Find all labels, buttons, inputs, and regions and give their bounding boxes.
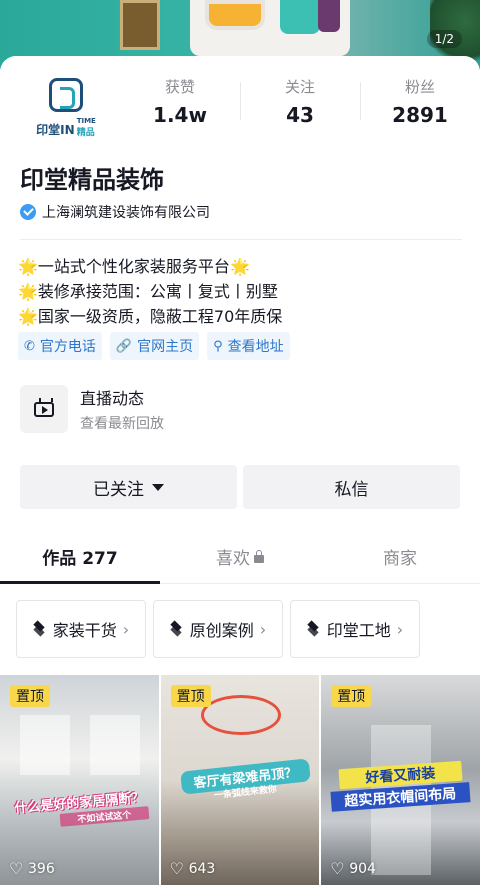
video-likes: 396 — [9, 861, 55, 877]
collection-chip[interactable]: 原创案例 › — [153, 600, 283, 658]
link-label: 查看地址 — [227, 339, 284, 355]
star-emoji-icon: 🌟 — [18, 282, 38, 301]
message-label: 私信 — [334, 479, 369, 500]
layers-icon — [307, 622, 321, 636]
profile-actions: 已关注 私信 — [20, 465, 460, 509]
video-thumbnail[interactable]: 置顶 什么是好的家居隔断？ 不如试试这个 396 — [0, 675, 159, 885]
live-subtitle: 查看最新回放 — [80, 416, 164, 432]
caret-down-icon — [152, 483, 164, 491]
pinned-badge: 置顶 — [10, 685, 50, 707]
location-icon: ⚲ — [213, 338, 223, 354]
likes-count: 396 — [28, 861, 55, 877]
official-phone-link[interactable]: ✆ 官方电话 — [18, 332, 102, 360]
tab-label: 商家 — [383, 549, 417, 569]
collection-chips: 家装干货 › 原创案例 › 印堂工地 › — [16, 600, 420, 658]
tab-label: 作品 277 — [42, 549, 118, 569]
chevron-right-icon: › — [396, 619, 404, 639]
stat-likes[interactable]: 获赞 1.4w — [120, 76, 240, 127]
link-label: 官网主页 — [137, 339, 194, 355]
content-tabs: 作品 277 喜欢 商家 — [0, 536, 480, 584]
live-title: 直播动态 — [80, 389, 145, 408]
profile-name: 印堂精品装饰 — [20, 166, 164, 194]
tab-likes[interactable]: 喜欢 — [160, 536, 320, 583]
collection-label: 家装干货 — [52, 621, 117, 640]
verified-badge-icon — [20, 204, 36, 220]
following-button[interactable]: 已关注 — [20, 465, 237, 509]
following-label: 已关注 — [93, 479, 144, 500]
tab-works[interactable]: 作品 277 — [0, 536, 160, 584]
avatar[interactable]: 印堂IN TIME 精品 — [12, 58, 120, 158]
company-verification[interactable]: 上海澜筑建设装饰有限公司 — [20, 202, 210, 222]
phone-icon: ✆ — [24, 338, 35, 354]
star-emoji-icon: 🌟 — [229, 257, 250, 276]
banner-wall-picture — [120, 0, 160, 50]
chevron-right-icon: › — [122, 619, 130, 639]
stat-value: 1.4w — [153, 103, 207, 127]
heart-icon — [330, 862, 345, 876]
stat-label: 获赞 — [164, 78, 195, 96]
video-grid: 置顶 什么是好的家居隔断？ 不如试试这个 396 置顶 客厅有梁难吊顶？ 一条弧… — [0, 675, 480, 885]
link-label: 官方电话 — [39, 339, 96, 355]
video-likes: 904 — [330, 861, 376, 877]
banner-pillow — [318, 0, 340, 32]
profile-bio: 🌟一站式个性化家装服务平台🌟 🌟装修承接范围：公寓丨复式丨别墅 🌟国家一级资质，… — [18, 254, 282, 329]
profile-card: 印堂IN TIME 精品 获赞 1.4w 关注 43 粉丝 2891 印堂精品装… — [0, 56, 480, 890]
pinned-badge: 置顶 — [170, 685, 211, 707]
layers-icon — [33, 622, 47, 636]
profile-stats: 获赞 1.4w 关注 43 粉丝 2891 — [120, 76, 480, 127]
collection-label: 印堂工地 — [326, 621, 391, 640]
tab-merchant[interactable]: 商家 — [320, 536, 480, 583]
collection-chip[interactable]: 印堂工地 › — [290, 600, 420, 658]
divider — [20, 239, 462, 240]
bio-line: 🌟装修承接范围：公寓丨复式丨别墅 — [18, 279, 282, 304]
stat-followers[interactable]: 粉丝 2891 — [360, 76, 480, 127]
layers-icon — [170, 622, 184, 636]
live-tv-icon — [20, 385, 68, 433]
video-likes: 643 — [170, 861, 216, 877]
banner-pillow — [280, 0, 320, 34]
heart-icon — [170, 862, 185, 876]
stat-label: 关注 — [284, 78, 315, 96]
brand-time: TIME — [76, 117, 96, 125]
bio-line: 🌟国家一级资质，隐蔽工程70年质保 — [18, 304, 282, 329]
stat-value: 43 — [286, 103, 314, 127]
bio-text: 国家一级资质，隐蔽工程70年质保 — [37, 307, 283, 326]
brand-logo-text: 印堂IN TIME 精品 — [36, 117, 96, 139]
pinned-badge: 置顶 — [331, 685, 372, 707]
live-replay-entry[interactable]: 直播动态 查看最新回放 — [20, 385, 164, 433]
star-emoji-icon: 🌟 — [18, 307, 38, 326]
company-name: 上海澜筑建设装饰有限公司 — [42, 205, 210, 221]
profile-links: ✆ 官方电话 🔗 官网主页 ⚲ 查看地址 — [18, 332, 290, 360]
chevron-right-icon: › — [259, 619, 267, 639]
video-thumbnail[interactable]: 置顶 好看又耐装 超实用衣帽间布局 904 — [321, 675, 480, 885]
view-address-link[interactable]: ⚲ 查看地址 — [207, 332, 290, 360]
brand-logo-icon — [49, 78, 83, 112]
likes-count: 904 — [349, 861, 376, 877]
star-emoji-icon: 🌟 — [18, 257, 38, 276]
bio-text: 装修承接范围：公寓丨复式丨别墅 — [37, 282, 278, 301]
likes-count: 643 — [188, 861, 216, 877]
stat-value: 2891 — [392, 103, 448, 127]
collection-label: 原创案例 — [189, 621, 254, 640]
message-button[interactable]: 私信 — [243, 465, 460, 509]
bio-line: 🌟一站式个性化家装服务平台🌟 — [18, 254, 282, 279]
bio-text: 一站式个性化家装服务平台 — [37, 257, 230, 276]
brand-sub: 精品 — [76, 128, 95, 138]
banner-page-indicator: 1/2 — [426, 30, 462, 48]
stat-label: 粉丝 — [404, 78, 435, 96]
official-website-link[interactable]: 🔗 官网主页 — [109, 332, 200, 360]
tab-label: 喜欢 — [216, 549, 250, 569]
brand-name: 印堂IN — [36, 123, 75, 137]
stat-following[interactable]: 关注 43 — [240, 76, 360, 127]
heart-icon — [9, 862, 24, 876]
banner-pillow — [205, 0, 265, 30]
video-thumbnail[interactable]: 置顶 客厅有梁难吊顶？ 一条弧线来救你 643 — [160, 675, 320, 885]
lock-icon — [254, 550, 264, 563]
collection-chip[interactable]: 家装干货 › — [16, 600, 146, 658]
link-icon: 🔗 — [115, 338, 133, 354]
